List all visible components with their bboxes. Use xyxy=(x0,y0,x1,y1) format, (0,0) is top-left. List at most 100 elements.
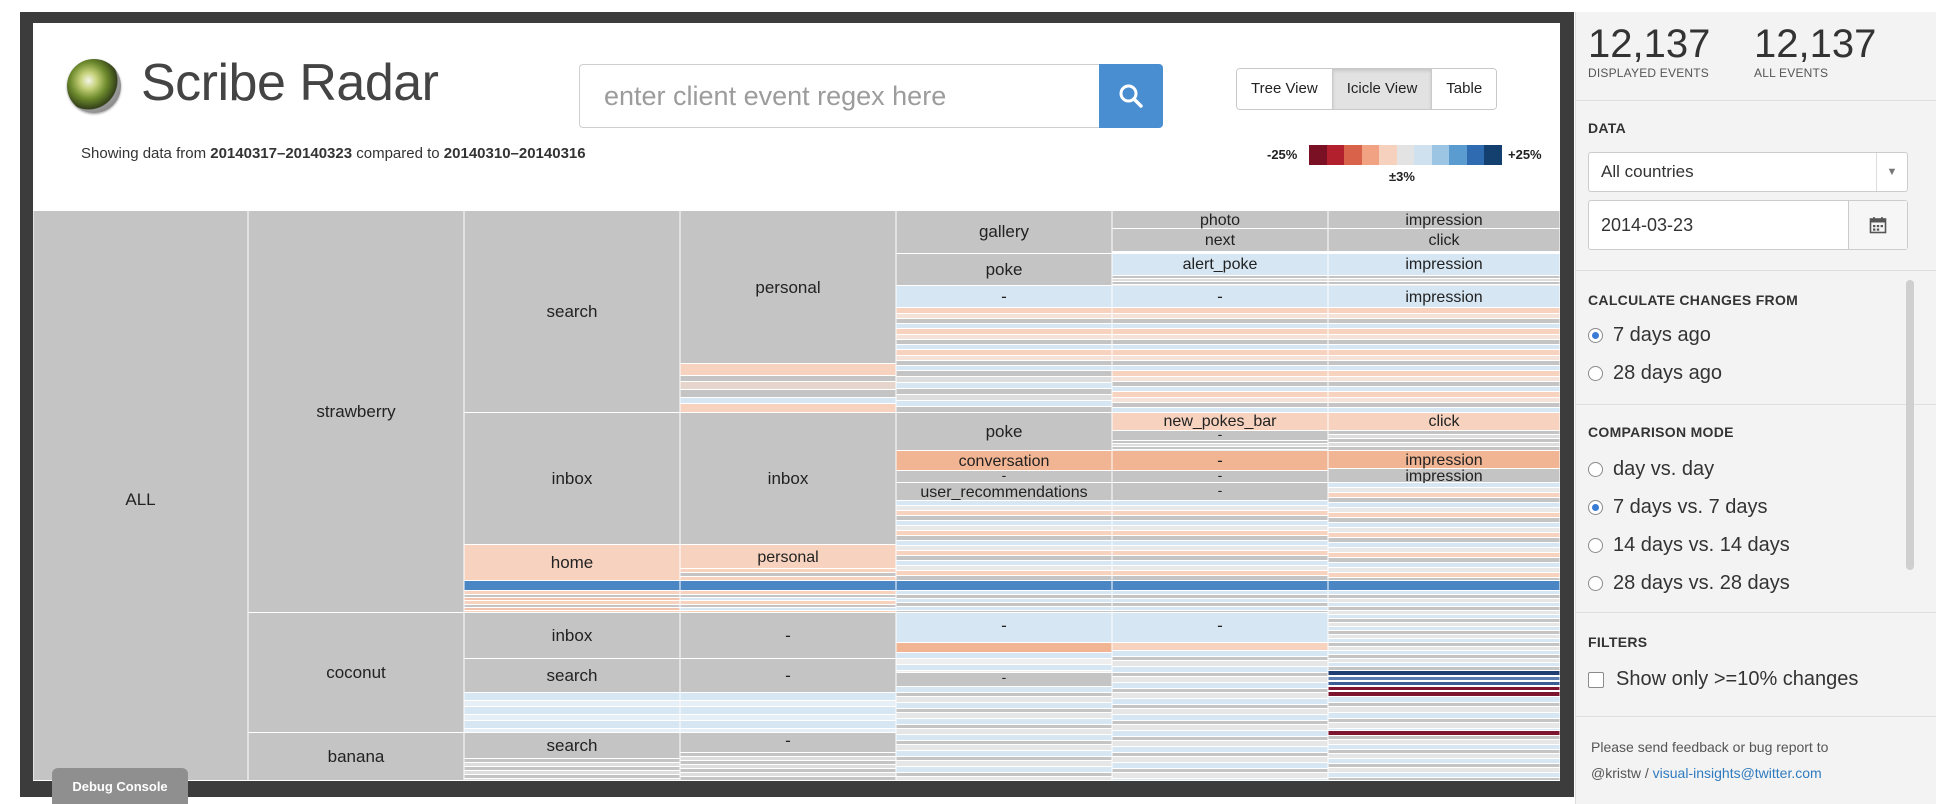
icicle-leaf-strip[interactable] xyxy=(896,599,1112,602)
icicle-leaf-strip[interactable] xyxy=(1112,282,1328,284)
icicle-leaf-strip[interactable] xyxy=(896,745,1112,750)
icicle-leaf-strip[interactable] xyxy=(680,761,896,764)
icicle-leaf-strip[interactable] xyxy=(680,765,896,768)
icicle-leaf-strip[interactable] xyxy=(464,598,680,600)
icicle-leaf-strip[interactable] xyxy=(896,761,1112,766)
icicle-leaf-strip[interactable] xyxy=(1112,737,1328,740)
icicle-leaf-strip[interactable] xyxy=(464,771,680,774)
icicle-leaf-strip[interactable] xyxy=(896,556,1112,560)
icicle-leaf-strip[interactable] xyxy=(680,390,896,397)
icicle-leaf-strip[interactable] xyxy=(896,566,1112,570)
icicle-leaf-strip[interactable] xyxy=(1112,308,1328,313)
icicle-leaf-strip[interactable] xyxy=(1328,447,1560,450)
icicle-leaf-strip[interactable] xyxy=(896,501,1112,505)
icicle-leaf-strip[interactable] xyxy=(1328,563,1560,567)
icicle-leaf-strip[interactable] xyxy=(1328,282,1560,284)
icicle-leaf-strip[interactable] xyxy=(1328,543,1560,547)
icicle-leaf-strip[interactable] xyxy=(1112,747,1328,752)
icicle-leaf-strip[interactable] xyxy=(464,595,680,597)
icicle-node-strip[interactable] xyxy=(1112,581,1328,590)
icicle-leaf-strip[interactable] xyxy=(1328,663,1560,666)
icicle-leaf-strip[interactable] xyxy=(680,715,896,720)
icicle-leaf-strip[interactable] xyxy=(1112,677,1328,682)
icicle-leaf-strip[interactable] xyxy=(1328,754,1560,758)
icicle-leaf-strip[interactable] xyxy=(1112,715,1328,720)
icicle-leaf-strip[interactable] xyxy=(1328,591,1560,594)
icicle-leaf-strip[interactable] xyxy=(1328,408,1560,412)
icicle-leaf-strip[interactable] xyxy=(896,546,1112,550)
icicle-leaf-strip[interactable] xyxy=(896,389,1112,394)
icicle-leaf-strip[interactable] xyxy=(1112,763,1328,768)
icicle-leaf-strip[interactable] xyxy=(896,541,1112,545)
icicle-leaf-strip[interactable] xyxy=(680,382,896,389)
icicle-leaf-strip[interactable] xyxy=(896,561,1112,565)
icicle-leaf-strip[interactable] xyxy=(1328,619,1560,622)
icicle-leaf-strip[interactable] xyxy=(1328,578,1560,580)
icicle-leaf-strip[interactable] xyxy=(680,721,896,728)
icicle-leaf-strip[interactable] xyxy=(1328,778,1560,780)
icicle-node-strip[interactable] xyxy=(1112,643,1328,650)
icicle-leaf-strip[interactable] xyxy=(680,701,896,706)
icicle-leaf-strip[interactable] xyxy=(896,591,1112,594)
icicle-node-strip[interactable] xyxy=(1328,581,1560,590)
icicle-leaf-strip[interactable] xyxy=(464,775,680,778)
icicle-leaf-strip[interactable] xyxy=(1328,764,1560,767)
icicle-leaf-strip[interactable] xyxy=(1112,699,1328,704)
icicle-leaf-strip[interactable] xyxy=(1328,382,1560,386)
icicle-leaf-strip[interactable] xyxy=(1112,709,1328,714)
icicle-leaf-strip[interactable] xyxy=(1328,635,1560,638)
icicle-leaf-strip[interactable] xyxy=(1328,599,1560,602)
radio-7-vs-7[interactable]: 7 days vs. 7 days xyxy=(1588,496,1768,519)
icicle-leaf-strip[interactable] xyxy=(1328,403,1560,407)
icicle-leaf-strip[interactable] xyxy=(1328,443,1560,446)
icicle-leaf-strip[interactable] xyxy=(1112,595,1328,598)
icicle-leaf-strip[interactable] xyxy=(464,707,680,714)
tab-icicle-view[interactable]: Icicle View xyxy=(1332,69,1433,109)
icicle-leaf-strip[interactable] xyxy=(1328,371,1560,376)
icicle-leaf-strip[interactable] xyxy=(1328,603,1560,606)
icicle-leaf-strip[interactable] xyxy=(896,324,1112,328)
icicle-node-strip[interactable] xyxy=(1328,687,1560,690)
icicle-leaf-strip[interactable] xyxy=(896,571,1112,575)
icicle-leaf-strip[interactable] xyxy=(896,401,1112,406)
icicle-leaf-strip[interactable] xyxy=(1112,661,1328,666)
icicle-leaf-strip[interactable] xyxy=(1328,768,1560,772)
icicle-leaf-strip[interactable] xyxy=(896,361,1112,365)
icicle-leaf-strip[interactable] xyxy=(680,608,896,610)
icicle-leaf-strip[interactable] xyxy=(1112,521,1328,525)
event-regex-search-input[interactable] xyxy=(579,64,1099,128)
icicle-leaf-strip[interactable] xyxy=(680,577,896,580)
icicle-leaf-strip[interactable] xyxy=(1328,773,1560,777)
icicle-leaf-strip[interactable] xyxy=(1328,750,1560,753)
icicle-leaf-strip[interactable] xyxy=(464,605,680,607)
icicle-leaf-strip[interactable] xyxy=(680,595,896,597)
icicle-leaf-strip[interactable] xyxy=(1328,595,1560,598)
icicle-leaf-strip[interactable] xyxy=(1112,683,1328,688)
icicle-leaf-strip[interactable] xyxy=(680,591,896,594)
icicle-leaf-strip[interactable] xyxy=(1328,392,1560,397)
icicle-leaf-strip[interactable] xyxy=(1112,757,1328,762)
icicle-leaf-strip[interactable] xyxy=(1112,689,1328,692)
country-select[interactable]: All countries ▼ xyxy=(1588,152,1908,192)
icicle-leaf-strip[interactable] xyxy=(1112,319,1328,323)
icicle-leaf-strip[interactable] xyxy=(1328,518,1560,522)
icicle-leaf-strip[interactable] xyxy=(464,729,680,732)
icicle-leaf-strip[interactable] xyxy=(1328,740,1560,744)
icicle-leaf-strip[interactable] xyxy=(1112,387,1328,391)
icicle-leaf-strip[interactable] xyxy=(1328,643,1560,646)
icicle-leaf-strip[interactable] xyxy=(896,713,1112,718)
icicle-leaf-strip[interactable] xyxy=(1328,503,1560,507)
icicle-leaf-strip[interactable] xyxy=(1328,697,1560,702)
icicle-leaf-strip[interactable] xyxy=(1328,759,1560,763)
icicle-leaf-strip[interactable] xyxy=(464,715,680,720)
icicle-leaf-strip[interactable] xyxy=(1112,531,1328,535)
icicle-leaf-strip[interactable] xyxy=(1328,340,1560,344)
icicle-leaf-strip[interactable] xyxy=(464,611,680,612)
icicle-leaf-strip[interactable] xyxy=(1112,741,1328,746)
icicle-leaf-strip[interactable] xyxy=(1112,753,1328,756)
icicle-leaf-strip[interactable] xyxy=(1328,329,1560,334)
icicle-leaf-strip[interactable] xyxy=(1328,513,1560,517)
icicle-leaf-strip[interactable] xyxy=(896,366,1112,370)
icicle-leaf-strip[interactable] xyxy=(464,701,680,706)
icicle-leaf-strip[interactable] xyxy=(1112,361,1328,365)
